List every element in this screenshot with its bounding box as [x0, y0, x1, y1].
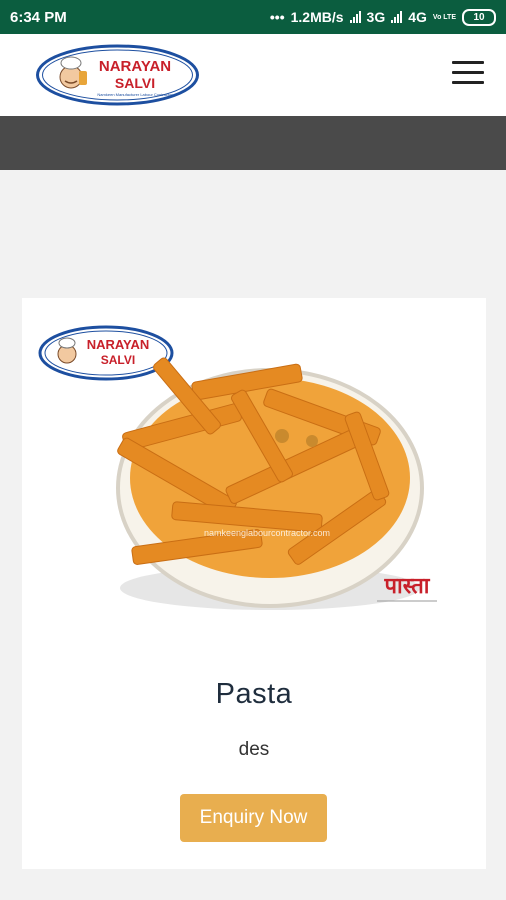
app-header: NARAYAN SALVI Namkeen Manufacturer Labou… [0, 34, 506, 116]
signal-icon [349, 11, 361, 23]
product-title: Pasta [215, 678, 293, 710]
battery-icon: 10 [462, 8, 496, 26]
product-description: des [238, 739, 270, 760]
signal-icon-2 [391, 11, 403, 23]
status-dots: ••• [269, 9, 285, 25]
logo-text-line2: SALVI [115, 75, 155, 91]
status-bar: 6:34 PM ••• 1.2MB/s 3G 4G Vo LTE 10 [0, 0, 506, 34]
logo-tagline: Namkeen Manufacturer Labour Contractor [97, 92, 173, 97]
svg-text:namkeenglabourcontractor.com: namkeenglabourcontractor.com [204, 528, 330, 538]
logo-text-line1: NARAYAN [99, 58, 171, 75]
product-image[interactable]: NARAYAN SALVI namkeenglabourcontractor.c… [22, 298, 486, 648]
status-indicators: ••• 1.2MB/s 3G 4G Vo LTE 10 [269, 8, 496, 26]
menu-icon[interactable] [452, 61, 484, 85]
status-time: 6:34 PM [10, 8, 67, 26]
brand-logo[interactable]: NARAYAN SALVI Namkeen Manufacturer Labou… [35, 43, 200, 107]
network-type-4g: 4G [408, 9, 427, 25]
svg-text:SALVI: SALVI [101, 353, 135, 367]
nav-bar [0, 116, 506, 170]
hindi-product-label: पास्ता [384, 574, 431, 599]
enquiry-now-button[interactable]: Enquiry Now [180, 794, 327, 842]
image-brand-logo: NARAYAN SALVI [38, 325, 174, 381]
network-speed: 1.2MB/s [290, 9, 344, 25]
volte-icon: Vo LTE [432, 13, 456, 21]
product-card: NARAYAN SALVI namkeenglabourcontractor.c… [22, 298, 486, 869]
svg-text:NARAYAN: NARAYAN [87, 337, 150, 352]
network-type-3g: 3G [366, 9, 386, 25]
